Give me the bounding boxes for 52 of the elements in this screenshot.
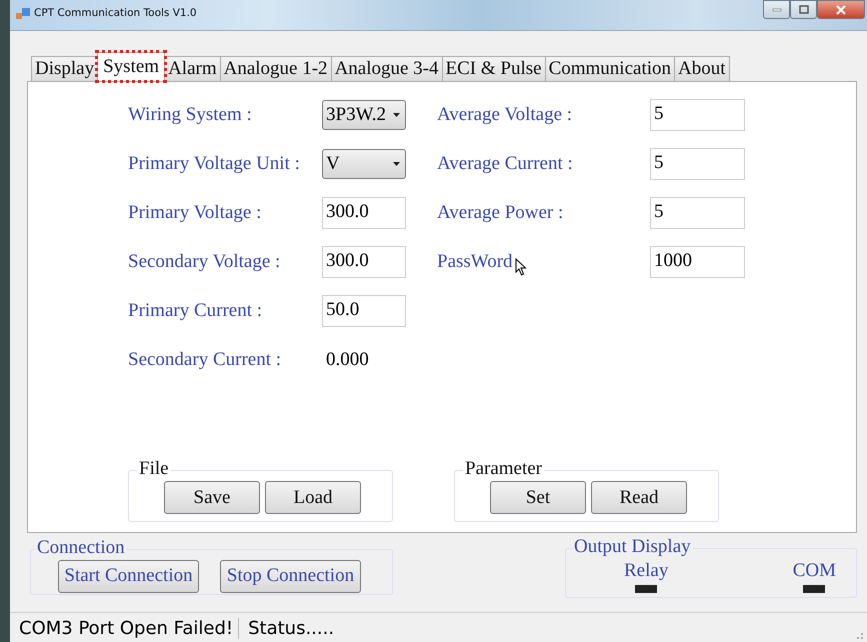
input-field[interactable]: 5 xyxy=(650,197,745,229)
tab[interactable]: ECI & Pulse xyxy=(442,56,546,81)
input-field[interactable]: 300.0 xyxy=(322,197,406,229)
indicator-lamp xyxy=(803,585,826,593)
tab[interactable]: Communication xyxy=(544,56,676,81)
input-field[interactable]: 50.0 xyxy=(322,295,406,327)
maximize-icon xyxy=(798,5,808,14)
window-title: CPT Communication Tools V1.0 xyxy=(34,7,197,19)
connection-button[interactable]: Start Connection xyxy=(58,560,199,592)
action-button[interactable]: Read xyxy=(591,481,687,514)
field-label: Primary Voltage Unit : xyxy=(128,153,301,175)
field-label: Primary Current : xyxy=(128,300,264,322)
action-button[interactable]: Set xyxy=(490,481,586,514)
field-label: Average Current : xyxy=(437,153,573,175)
field-label: Average Voltage : xyxy=(437,104,572,126)
dropdown-arrow-icon xyxy=(393,162,400,166)
input-field[interactable]: 1000 xyxy=(650,246,745,278)
indicator-label: COM xyxy=(792,561,836,581)
app-icon xyxy=(16,8,30,20)
field-label: Secondary Voltage : xyxy=(128,251,282,273)
maximize-button[interactable] xyxy=(790,0,817,19)
group-title: Output Display xyxy=(572,536,693,558)
close-icon xyxy=(835,4,847,14)
field-label: Average Power : xyxy=(437,202,564,224)
minimize-button[interactable] xyxy=(763,0,790,19)
dropdown[interactable]: V xyxy=(322,149,406,179)
dropdown-arrow-icon xyxy=(393,113,400,117)
input-field[interactable]: 5 xyxy=(650,148,745,180)
tab[interactable]: System xyxy=(97,52,166,81)
tab[interactable]: Display xyxy=(31,56,98,81)
tab[interactable]: Analogue 1-2 xyxy=(220,56,332,81)
status-text: Status..... xyxy=(247,618,336,638)
tab[interactable]: Alarm xyxy=(164,56,221,81)
action-button[interactable]: Save xyxy=(164,481,260,514)
minimize-icon xyxy=(772,8,782,12)
action-button[interactable]: Load xyxy=(265,481,361,514)
field-label: Primary Voltage : xyxy=(128,202,262,224)
close-button[interactable] xyxy=(817,0,865,19)
field-label: Wiring System : xyxy=(128,104,253,126)
indicator-lamp xyxy=(635,585,658,593)
field-label: PassWord xyxy=(437,251,513,273)
resize-grip-icon xyxy=(854,630,864,640)
field-label: Secondary Current : xyxy=(128,349,282,371)
tab[interactable]: About xyxy=(674,56,730,81)
tab[interactable]: Analogue 3-4 xyxy=(330,56,443,81)
connection-button[interactable]: Stop Connection xyxy=(220,560,361,592)
dropdown[interactable]: 3P3W.2 xyxy=(322,100,406,130)
input-field[interactable]: 300.0 xyxy=(322,246,406,278)
value-text: 0.000 xyxy=(325,349,369,371)
indicator-label: Relay xyxy=(624,561,668,581)
status-text: COM3 Port Open Failed! xyxy=(10,618,240,638)
input-field[interactable]: 5 xyxy=(650,99,745,131)
